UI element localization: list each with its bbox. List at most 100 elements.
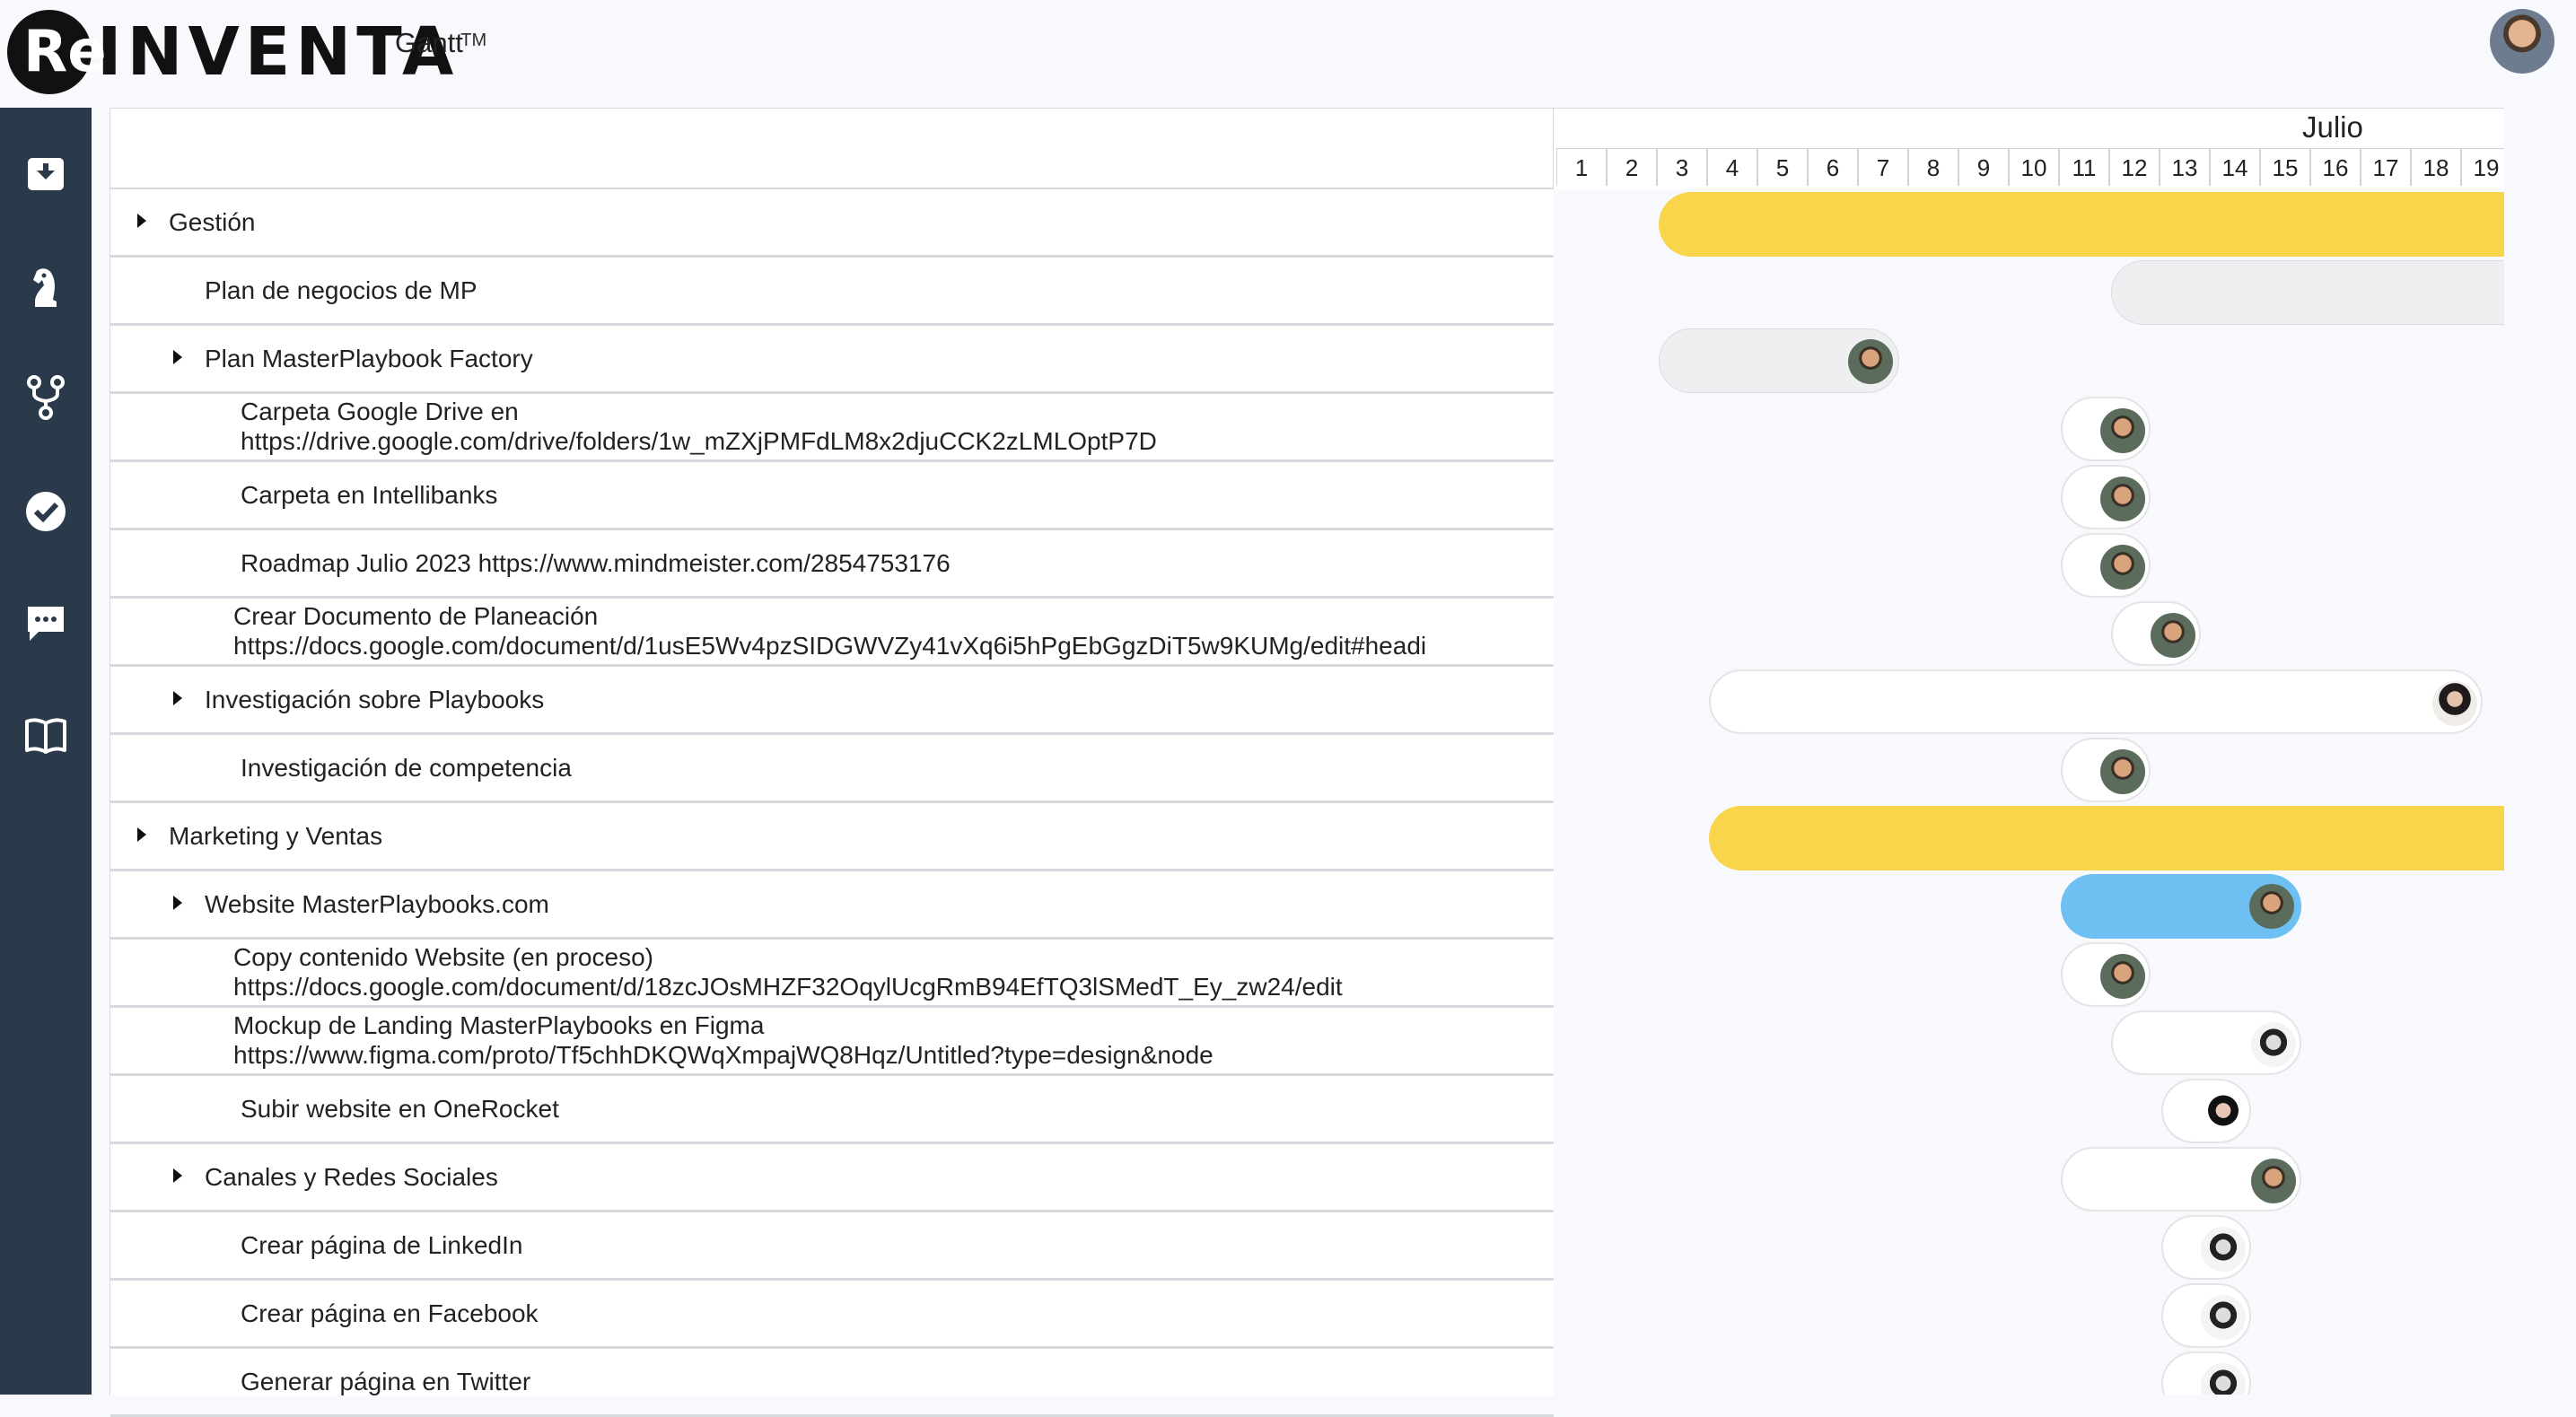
assignee-avatar[interactable] xyxy=(2201,1295,2247,1340)
task-title: Carpeta en Intellibanks xyxy=(241,481,498,509)
task-title: Plan de negocios de MP xyxy=(205,276,478,304)
check-circle-icon[interactable] xyxy=(19,485,73,538)
day-label: 9 xyxy=(1958,148,2009,186)
fork-icon[interactable] xyxy=(19,371,73,424)
day-label: 4 xyxy=(1707,148,1757,186)
expand-caret-icon[interactable] xyxy=(137,214,146,228)
assignee-avatar[interactable] xyxy=(2100,408,2146,453)
task-row[interactable]: Crear Documento de Planeación https://doc… xyxy=(110,599,1554,667)
task-row[interactable]: Crear página de LinkedIn xyxy=(110,1212,1554,1281)
task-bar[interactable] xyxy=(2161,1215,2252,1280)
task-row[interactable]: Marketing y Ventas xyxy=(110,803,1554,871)
expand-caret-icon[interactable] xyxy=(173,350,182,364)
task-bar[interactable] xyxy=(2061,397,2151,461)
task-bar[interactable] xyxy=(2111,260,2504,325)
day-label: 16 xyxy=(2310,148,2361,186)
task-row[interactable]: Plan MasterPlaybook Factory xyxy=(110,326,1554,394)
task-bar[interactable] xyxy=(2111,601,2202,666)
task-row[interactable]: Carpeta en Intellibanks xyxy=(110,462,1554,530)
task-label: Marketing y Ventas xyxy=(169,821,382,851)
expand-caret-icon[interactable] xyxy=(137,827,146,842)
expand-caret-icon[interactable] xyxy=(173,691,182,705)
assignee-avatar[interactable] xyxy=(2201,1090,2247,1135)
assignee-avatar[interactable] xyxy=(2249,884,2295,929)
task-row[interactable]: Roadmap Julio 2023 https://www.mindmeist… xyxy=(110,530,1554,599)
assignee-avatar[interactable] xyxy=(2100,749,2146,794)
page-title: Gantt xyxy=(395,27,463,58)
day-label: 1 xyxy=(1556,148,1607,186)
task-row[interactable]: Website MasterPlaybooks.com xyxy=(110,871,1554,940)
task-title: Canales y Redes Sociales xyxy=(205,1163,498,1191)
task-row[interactable]: Carpeta Google Drive en https://drive.goo… xyxy=(110,394,1554,462)
task-bar[interactable] xyxy=(2061,465,2151,529)
task-row[interactable]: Canales y Redes Sociales xyxy=(110,1144,1554,1212)
task-row[interactable]: Gestión xyxy=(110,189,1554,258)
task-row[interactable]: Plan de negocios de MP xyxy=(110,258,1554,326)
task-label: Mockup de Landing MasterPlaybooks en Fig… xyxy=(233,1010,1214,1070)
book-icon[interactable] xyxy=(19,709,73,763)
top-bar: Re INVENTA TM Gantt xyxy=(0,0,2576,108)
assignee-avatar[interactable] xyxy=(2100,545,2146,590)
user-avatar[interactable] xyxy=(2490,9,2554,74)
grid-header xyxy=(110,109,1554,189)
task-row[interactable]: Investigación de competencia xyxy=(110,735,1554,803)
task-title: Crear página en Facebook xyxy=(241,1299,539,1327)
task-row[interactable]: Mockup de Landing MasterPlaybooks en Fig… xyxy=(110,1008,1554,1076)
task-bar[interactable] xyxy=(1659,328,1900,393)
day-label: 10 xyxy=(2009,148,2059,186)
task-bar[interactable] xyxy=(2161,1351,2252,1395)
task-bar[interactable] xyxy=(2061,738,2151,802)
task-row[interactable]: Generar página en Twitter xyxy=(110,1349,1554,1417)
task-label: Crear página de LinkedIn xyxy=(241,1230,522,1260)
task-bar[interactable] xyxy=(2061,942,2151,1007)
assignee-avatar[interactable] xyxy=(1848,339,1894,384)
task-title: Crear Documento de Planeación xyxy=(233,602,599,630)
chat-icon[interactable] xyxy=(19,596,73,650)
task-grid: Gestión Plan de negocios de MP Plan Master… xyxy=(110,108,1554,1417)
task-label: Gestión xyxy=(169,207,256,237)
task-row[interactable]: Crear página en Facebook xyxy=(110,1281,1554,1349)
sidebar xyxy=(0,108,92,1395)
task-title: Copy contenido Website (en proceso) xyxy=(233,943,653,971)
day-label: 19 xyxy=(2461,148,2504,186)
task-title: Investigación de competencia xyxy=(241,754,572,782)
task-title: Carpeta Google Drive en xyxy=(241,398,519,425)
assignee-avatar[interactable] xyxy=(2100,477,2146,521)
task-bar[interactable] xyxy=(1709,669,2483,734)
task-title: Mockup de Landing MasterPlaybooks en Fig… xyxy=(233,1011,765,1039)
task-row[interactable]: Subir website en OneRocket xyxy=(110,1076,1554,1144)
expand-caret-icon[interactable] xyxy=(173,1168,182,1183)
assignee-avatar[interactable] xyxy=(2201,1227,2247,1272)
task-label: Canales y Redes Sociales xyxy=(205,1162,498,1192)
task-link[interactable]: https://docs.google.com/document/d/1usE5… xyxy=(233,631,1426,660)
task-title: Investigación sobre Playbooks xyxy=(205,686,545,713)
task-link[interactable]: https://www.figma.com/proto/Tf5chhDKQWqX… xyxy=(233,1040,1214,1070)
assignee-avatar[interactable] xyxy=(2432,681,2477,726)
task-bar[interactable] xyxy=(1709,806,2504,870)
task-row[interactable]: Copy contenido Website (en proceso) https… xyxy=(110,940,1554,1008)
day-label: 15 xyxy=(2260,148,2310,186)
task-bar[interactable] xyxy=(1659,192,2504,257)
assignee-avatar[interactable] xyxy=(2251,1022,2297,1067)
assignee-avatar[interactable] xyxy=(2201,1363,2247,1395)
logo-mark: Re xyxy=(7,10,107,94)
task-bar[interactable] xyxy=(2161,1283,2252,1348)
inbox-icon[interactable] xyxy=(19,147,73,201)
expand-caret-icon[interactable] xyxy=(173,896,182,910)
assignee-avatar[interactable] xyxy=(2251,1159,2297,1203)
day-label: 6 xyxy=(1808,148,1858,186)
task-bar[interactable] xyxy=(2061,874,2302,939)
task-link[interactable]: https://docs.google.com/document/d/18zcJ… xyxy=(233,972,1343,1002)
assignee-avatar[interactable] xyxy=(2100,954,2146,999)
task-bar[interactable] xyxy=(2061,1147,2302,1211)
task-link[interactable]: https://drive.google.com/drive/folders/1… xyxy=(241,426,1157,456)
day-label: 7 xyxy=(1858,148,1908,186)
task-bar[interactable] xyxy=(2061,533,2151,598)
assignee-avatar[interactable] xyxy=(2151,613,2196,658)
day-label: 17 xyxy=(2361,148,2411,186)
chess-knight-icon[interactable] xyxy=(19,260,73,314)
task-title: Generar página en Twitter xyxy=(241,1368,531,1395)
task-bar[interactable] xyxy=(2111,1010,2302,1075)
task-bar[interactable] xyxy=(2161,1079,2252,1143)
task-row[interactable]: Investigación sobre Playbooks xyxy=(110,667,1554,735)
